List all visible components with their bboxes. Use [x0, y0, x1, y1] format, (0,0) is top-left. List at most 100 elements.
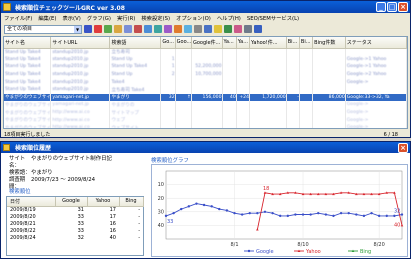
history-row[interactable]: 2009/8/19 31 17 - — [7, 206, 143, 213]
table-row[interactable]: やまがりのウェブサイト http://www.ai.co ウェブサイト Google-… — [4, 123, 407, 128]
export-icon[interactable] — [224, 25, 232, 33]
grid-col-4[interactable]: Goo... — [175, 37, 192, 49]
history-row[interactable]: 2009/8/20 33 17 - — [7, 213, 143, 220]
menu-options[interactable]: オプション(O) — [176, 14, 211, 22]
rank-history-table[interactable]: 日付 Google Yahoo Bing 2009/8/19 31 17-2009/… — [6, 196, 144, 256]
grid-col-0[interactable]: サイト名 — [4, 37, 52, 49]
table-row[interactable]: Stand Up Take4 standup2010.jp Stand Up 1 Goo… — [4, 55, 407, 64]
refresh-icon[interactable] — [204, 25, 212, 33]
table-cell — [299, 123, 314, 128]
grid-col-2[interactable]: 検索語 — [109, 37, 162, 49]
menu-seo-services[interactable]: SEO/SEMサービス(L) — [247, 14, 299, 22]
table-row[interactable]: Stand Up Take4 standup2010.jp Stand Up 2 10,… — [4, 70, 407, 79]
history-row[interactable]: 2009/8/24 32 40 - — [7, 234, 143, 241]
add-icon[interactable] — [104, 25, 112, 33]
grid-col-6[interactable]: Ya... — [222, 37, 237, 49]
table-cell: 1 — [160, 63, 176, 71]
menu-edit[interactable]: 編集(E) — [38, 14, 56, 22]
grid-col-3[interactable]: Go... — [160, 37, 176, 49]
menu-view[interactable]: 表示(V) — [62, 14, 80, 22]
table-row[interactable]: Stand Up Take4 standup2010.jp 立ち寿司 Take4 — [4, 85, 407, 94]
table-row[interactable]: Stand Up Take4 standup2010.jp Stand Up Tak… — [4, 63, 407, 71]
minimize-button[interactable]: _ — [376, 2, 386, 12]
maximize-button[interactable]: □ — [387, 2, 397, 12]
table-row[interactable]: やまがりのウェブサイト http://www.ai.co ウェブ Google-> — [4, 116, 407, 124]
history-cell: 32 — [77, 234, 84, 241]
graph-section-title: 検索順位グラフ — [151, 158, 189, 164]
history-title: 検索順位履歴 — [15, 145, 52, 152]
table-cell: standup2010.jp — [50, 85, 111, 94]
table-cell — [222, 55, 237, 64]
table-cell — [222, 63, 237, 71]
grid-col-10[interactable]: Bi... — [299, 37, 314, 49]
history-close-button[interactable]: × — [398, 143, 408, 153]
table-cell — [236, 108, 251, 117]
close-button[interactable]: × — [398, 2, 408, 12]
table-cell — [222, 108, 237, 117]
menu-file[interactable]: ファイル(F) — [4, 14, 32, 22]
table-row[interactable]: やまがりのウェブサイト http://www.ai.co サイトマップ Google-… — [4, 108, 407, 117]
table-cell — [236, 55, 251, 64]
table-cell — [312, 70, 346, 79]
data-point-google — [233, 211, 236, 215]
chevron-down-icon[interactable]: ▼ — [74, 25, 81, 33]
copy-icon[interactable] — [124, 25, 132, 33]
table-cell — [175, 108, 192, 117]
data-point-google — [317, 211, 320, 215]
table-cell: やまがりの — [109, 101, 162, 109]
grid-col-11[interactable]: Bing件数 — [312, 37, 346, 49]
table-cell — [286, 78, 300, 86]
history-title-bar[interactable]: 検索順位履歴 × — [1, 142, 410, 153]
menu-search-settings[interactable]: 検索設定(S) — [141, 14, 170, 22]
csv-icon[interactable] — [154, 25, 162, 33]
table-row[interactable]: Stand Up Take4 standup2010.jp Take4 Google-… — [4, 78, 407, 86]
grid-col-7[interactable]: Ya... — [236, 37, 251, 49]
col-date[interactable]: 日付 — [7, 197, 56, 207]
table-cell: Google->1 Yahoo — [345, 63, 407, 71]
print-icon[interactable] — [244, 25, 252, 33]
report-icon[interactable] — [234, 25, 242, 33]
table-cell — [299, 108, 314, 117]
history-row[interactable]: 2009/8/21 33 16 - — [7, 220, 143, 227]
table-cell: ↑ — [175, 93, 192, 102]
run-icon[interactable] — [84, 25, 92, 33]
table-row[interactable]: やまがりのウェブサイト yamagari-net.jp やまがり 32 ↑ 156,000… — [4, 93, 407, 102]
grid-col-12[interactable]: ステータス — [345, 37, 407, 49]
x-tick-label: 8/10 — [297, 242, 308, 248]
data-point-google — [225, 209, 229, 212]
grid-col-8[interactable]: Yahoo!件... — [249, 37, 287, 49]
table-cell — [249, 123, 287, 128]
table-cell: 1 — [160, 55, 176, 64]
table-cell — [312, 108, 346, 117]
history-cell: 33 — [77, 220, 84, 227]
history-icon[interactable] — [164, 25, 172, 33]
star-icon[interactable] — [214, 25, 222, 33]
graph-icon[interactable] — [144, 25, 152, 33]
keyword-grid[interactable]: サイト名 サイトURL 検索語 Go... Goo... Google件... Ya... Y… — [3, 36, 408, 129]
history-cell: - — [138, 206, 140, 213]
delete-icon[interactable] — [134, 25, 142, 33]
stop-icon[interactable] — [94, 25, 102, 33]
table-row[interactable]: Stand Up Take4 standup2010.jp 立ち寿司 — [4, 48, 407, 56]
help-icon[interactable] — [254, 25, 262, 33]
filter-combo[interactable]: 全ての項目 ▼ — [4, 24, 82, 34]
settings-icon[interactable] — [174, 25, 182, 33]
history-row[interactable]: 2009/8/22 33 16 - — [7, 227, 143, 234]
grid-col-9[interactable]: Bi... — [286, 37, 300, 49]
grid-col-5[interactable]: Google件... — [191, 37, 223, 49]
col-bing[interactable]: Bing — [119, 197, 144, 207]
filter-icon[interactable] — [194, 25, 202, 33]
col-google[interactable]: Google — [55, 197, 88, 207]
search-icon[interactable] — [184, 25, 192, 33]
edit-icon[interactable] — [114, 25, 122, 33]
col-yahoo[interactable]: Yahoo — [87, 197, 120, 207]
grid-col-1[interactable]: サイトURL — [50, 37, 111, 49]
table-cell — [312, 63, 346, 71]
title-bar[interactable]: 検索順位チェックツールGRC ver 3.08 _ □ × — [1, 1, 410, 13]
table-cell — [286, 63, 300, 71]
menu-graph[interactable]: グラフ(G) — [87, 14, 111, 22]
menu-help[interactable]: ヘルプ(H) — [217, 14, 241, 22]
table-row[interactable]: やまがりのウェブサイト yamagari-net.jp やまがりの Google-> — [4, 101, 407, 109]
data-point-google — [309, 213, 312, 216]
menu-run[interactable]: 実行(R) — [117, 14, 135, 22]
